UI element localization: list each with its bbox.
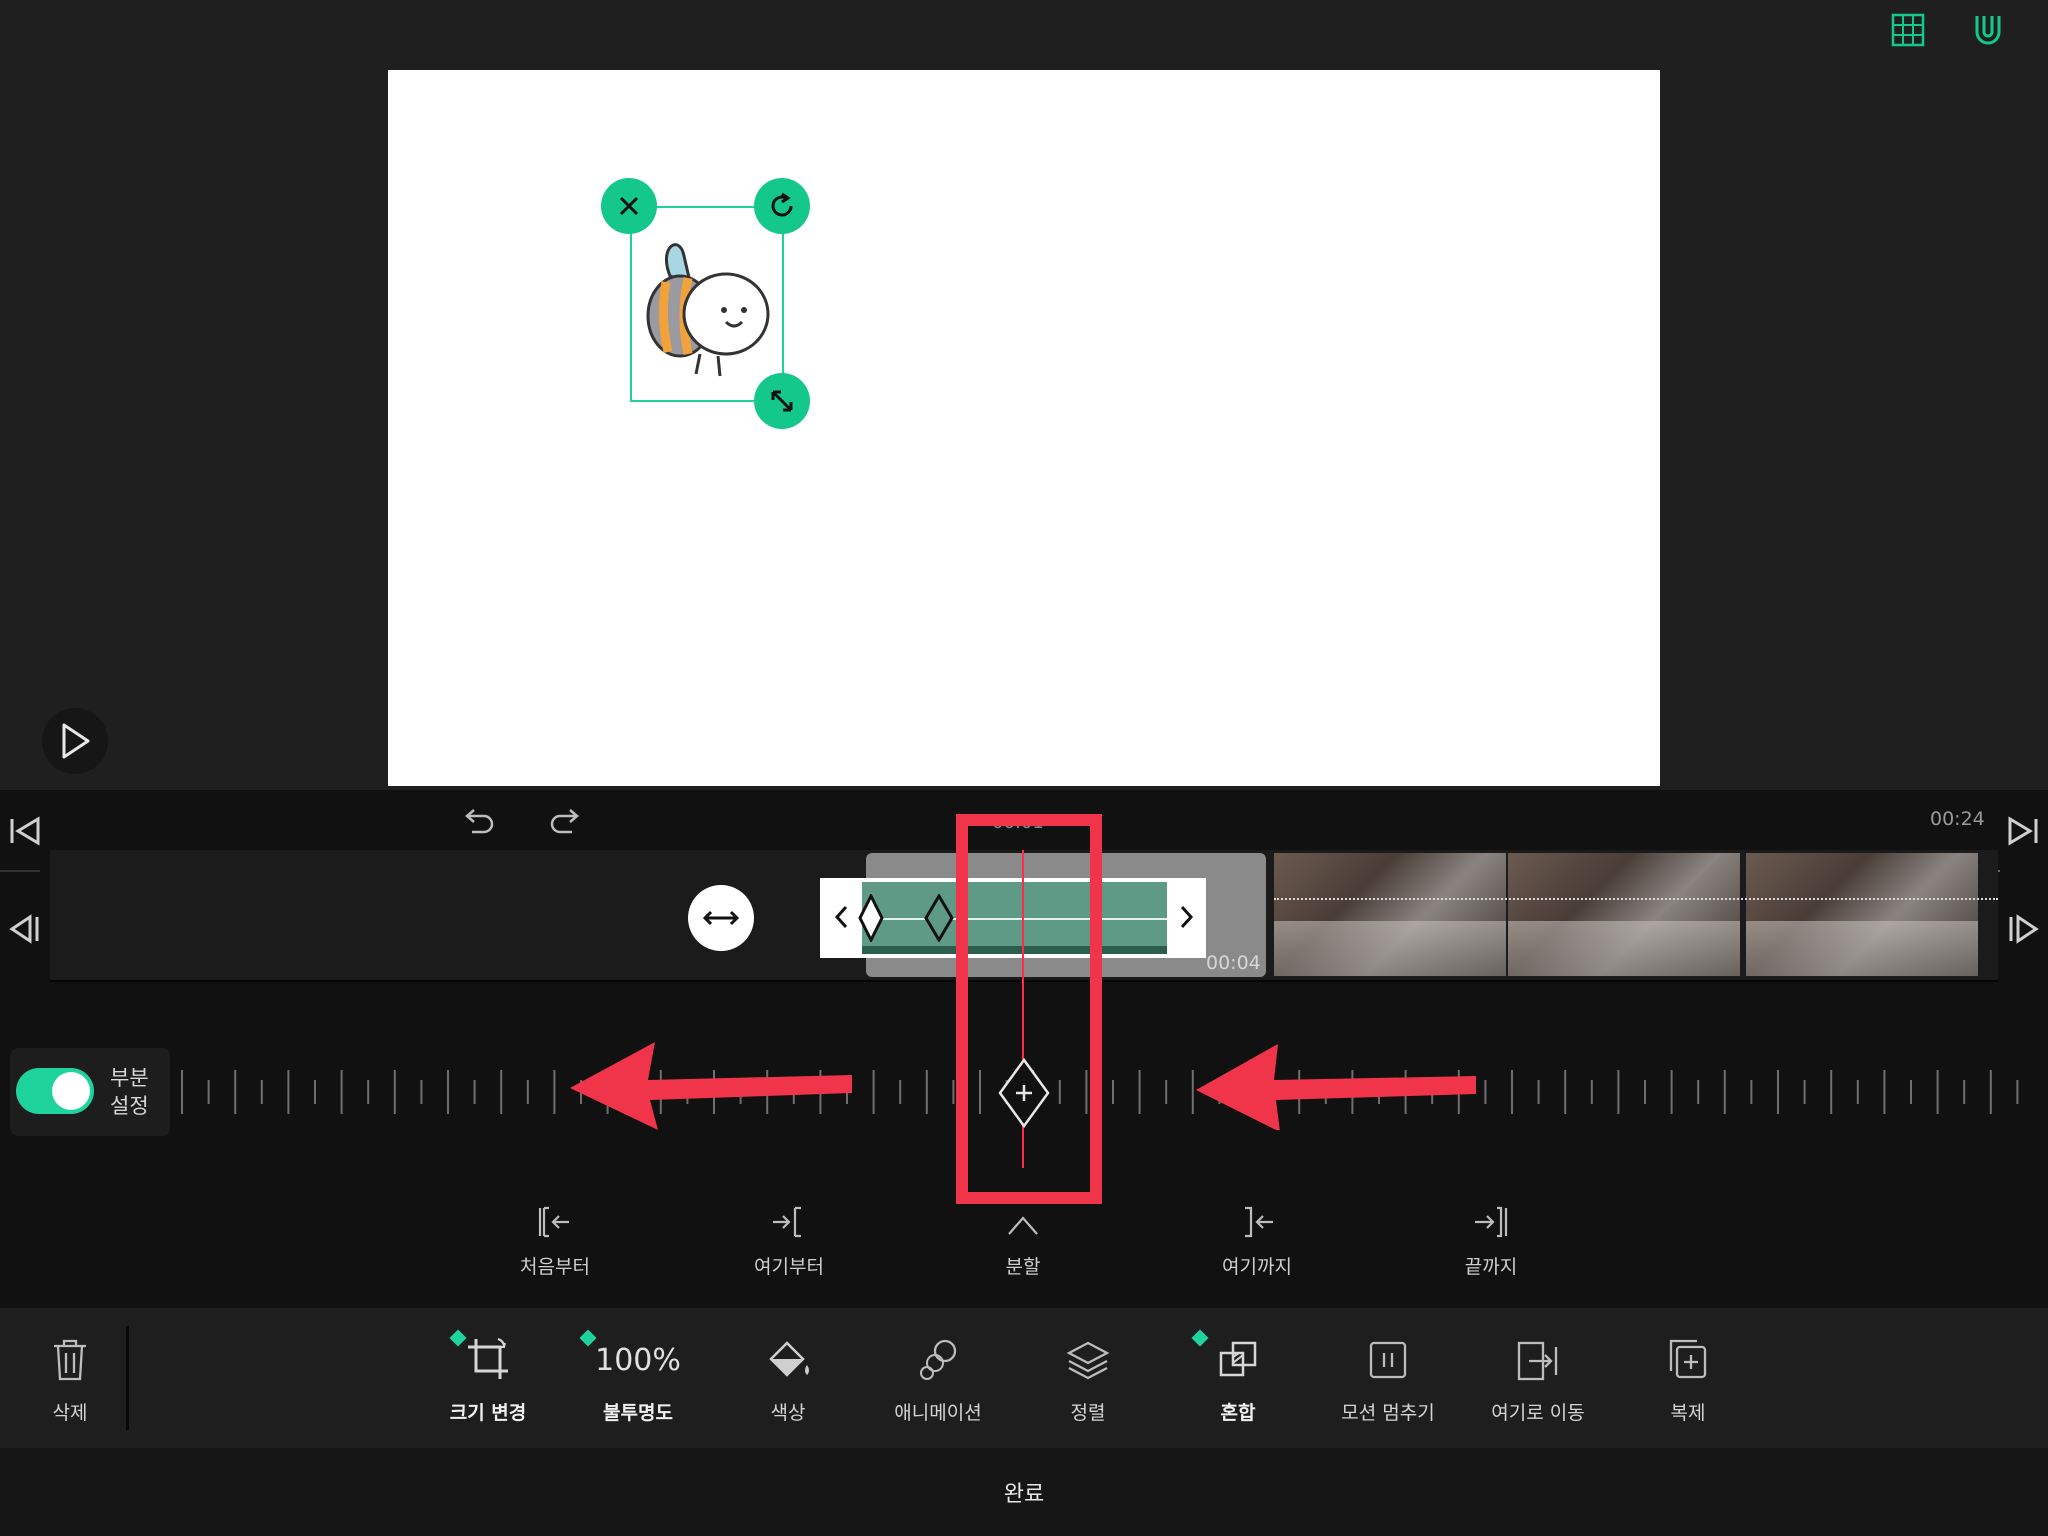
trim-from-start-button[interactable]: 처음부터 [485, 1198, 625, 1279]
video-thumbnail[interactable] [1746, 853, 1978, 976]
arrange-label: 정렬 [1070, 1402, 1106, 1424]
layers-icon [1066, 1341, 1110, 1380]
total-duration: 00:24 [1930, 808, 1985, 830]
close-icon [619, 196, 639, 216]
chevron-right-icon [1180, 905, 1194, 929]
animation-tool-button[interactable]: 애니메이션 [863, 1332, 1013, 1425]
done-button[interactable]: 완료 [974, 1476, 1074, 1508]
trim-to-here-button[interactable]: 여기까지 [1187, 1198, 1327, 1279]
video-thumbnail[interactable] [1274, 853, 1506, 976]
sticker-delete-handle[interactable] [601, 178, 657, 234]
video-canvas[interactable] [388, 70, 1660, 786]
split-icon [1008, 1216, 1038, 1235]
audio-level-line [1274, 898, 1998, 900]
toggle-label-line1: 부분 [110, 1066, 149, 1090]
trash-icon [54, 1339, 86, 1381]
trim-to-end-icon [1475, 1206, 1508, 1238]
play-button[interactable] [42, 708, 108, 774]
trim-from-here-icon [773, 1206, 801, 1238]
arrange-tool-button[interactable]: 정렬 [1013, 1332, 1163, 1425]
play-icon [62, 723, 90, 759]
move-here-icon [1517, 1341, 1558, 1381]
blend-tool-button[interactable]: 혼합 [1163, 1332, 1313, 1425]
video-thumbnail[interactable] [1508, 853, 1740, 976]
animation-icon [920, 1339, 957, 1380]
resize-icon [771, 390, 793, 412]
redo-icon[interactable] [546, 802, 582, 842]
sticker-rotate-handle[interactable] [754, 178, 810, 234]
trim-to-end-button[interactable]: 끝까지 [1421, 1198, 1561, 1279]
annotation-arrow-left [570, 1042, 852, 1130]
trim-from-start-icon [538, 1206, 569, 1238]
duplicate-label: 복제 [1670, 1402, 1706, 1424]
animation-label: 애니메이션 [894, 1402, 982, 1424]
trim-to-here-label: 여기까지 [1222, 1256, 1292, 1278]
resize-tool-button[interactable]: 크기 변경 [413, 1332, 563, 1425]
toggle-label-line2: 설정 [110, 1094, 149, 1118]
duplicate-button[interactable]: 복제 [1613, 1332, 1763, 1425]
grid-icon[interactable] [1888, 10, 1928, 50]
move-here-button[interactable]: 여기로 이동 [1463, 1332, 1613, 1425]
annotation-arrow-right [1196, 1044, 1476, 1130]
expand-timeline-button[interactable] [688, 885, 754, 951]
trim-left-handle[interactable] [832, 902, 852, 936]
trim-right-handle[interactable] [1176, 902, 1196, 936]
trim-from-here-button[interactable]: 여기부터 [719, 1198, 859, 1279]
duplicate-icon [1669, 1339, 1707, 1379]
opacity-label: 불투명도 [603, 1402, 673, 1424]
opacity-tool-button[interactable]: 100% 불투명도 [563, 1332, 713, 1425]
trim-to-end-label: 끝까지 [1464, 1256, 1518, 1278]
split-label: 분할 [1005, 1256, 1041, 1278]
prev-frame-icon[interactable] [8, 912, 42, 950]
rotate-icon [771, 192, 793, 217]
move-here-label: 여기로 이동 [1491, 1402, 1585, 1424]
paint-bucket-icon [769, 1341, 809, 1377]
next-frame-icon[interactable] [2006, 912, 2040, 950]
magnet-icon[interactable] [1968, 10, 2008, 50]
bee-sticker[interactable] [640, 226, 774, 386]
delete-label: 삭제 [52, 1402, 88, 1424]
resize-label: 크기 변경 [449, 1402, 527, 1424]
opacity-value: 100% [595, 1342, 681, 1378]
keyframe-marker[interactable] [924, 893, 954, 946]
toolbar-divider [126, 1326, 129, 1430]
crop-icon [468, 1338, 508, 1379]
pause-motion-icon [1369, 1341, 1407, 1379]
keyframe-marker[interactable] [858, 892, 884, 946]
keyframe-ruler[interactable] [170, 1064, 2040, 1120]
jump-to-end-icon[interactable] [2006, 814, 2040, 852]
freeze-motion-button[interactable]: 모션 멈추기 [1313, 1332, 1463, 1425]
trim-from-here-label: 여기부터 [754, 1256, 824, 1278]
color-label: 색상 [770, 1402, 806, 1424]
toggle-knob [52, 1072, 90, 1110]
split-button[interactable]: 분할 [953, 1198, 1093, 1279]
clip-duration: 00:04 [1206, 952, 1261, 974]
blend-label: 혼합 [1220, 1402, 1256, 1424]
undo-icon[interactable] [462, 802, 498, 842]
sticker-resize-handle[interactable] [754, 373, 810, 429]
delete-button[interactable]: 삭제 [0, 1332, 140, 1425]
color-tool-button[interactable]: 색상 [713, 1332, 863, 1425]
blend-icon [1219, 1341, 1257, 1377]
divider [0, 870, 40, 872]
trim-to-here-icon [1245, 1206, 1273, 1238]
annotation-box [956, 814, 1102, 1204]
jump-to-start-icon[interactable] [8, 814, 42, 852]
trim-from-start-label: 처음부터 [520, 1256, 590, 1278]
horizontal-arrows-icon [702, 910, 740, 926]
freeze-motion-label: 모션 멈추기 [1341, 1402, 1435, 1424]
chevron-left-icon [834, 905, 848, 929]
